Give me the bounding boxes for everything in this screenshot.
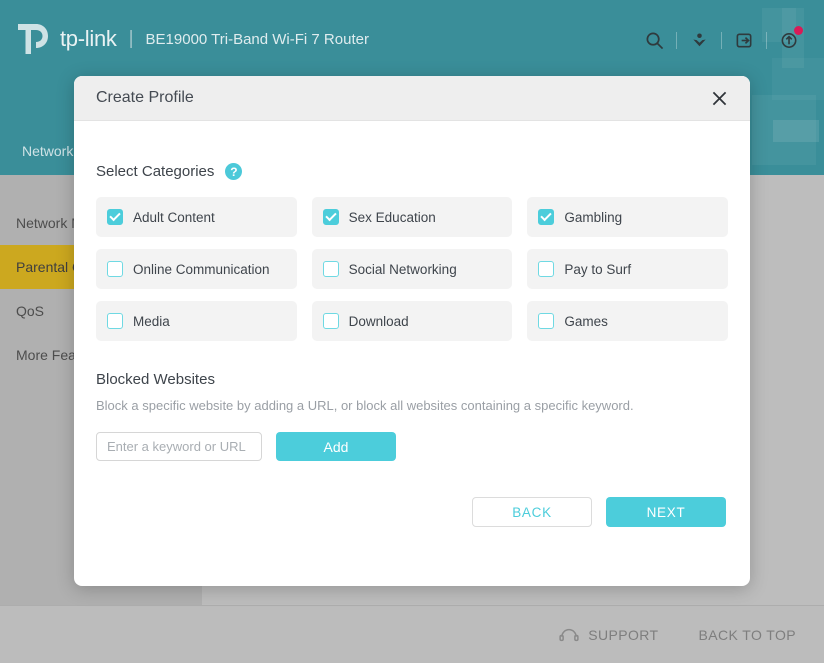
checkbox-icon[interactable]	[323, 209, 339, 225]
category-media[interactable]: Media	[96, 301, 297, 341]
category-games[interactable]: Games	[527, 301, 728, 341]
category-label: Download	[349, 314, 409, 329]
next-button[interactable]: NEXT	[606, 497, 726, 527]
header-divider	[721, 32, 722, 49]
checkbox-icon[interactable]	[107, 209, 123, 225]
download-icon[interactable]	[684, 26, 714, 54]
header-divider	[676, 32, 677, 49]
checkbox-icon[interactable]	[323, 313, 339, 329]
brand-name: tp-link	[60, 26, 117, 52]
logout-icon[interactable]	[729, 26, 759, 54]
modal-title: Create Profile	[96, 89, 706, 107]
category-grid: Adult Content Sex Education Gambling Onl…	[96, 197, 728, 341]
brand-separator: |	[129, 28, 134, 50]
brand-logo-group[interactable]: tp-link | BE19000 Tri-Band Wi-Fi 7 Route…	[16, 22, 369, 56]
checkbox-icon[interactable]	[538, 209, 554, 225]
modal-header: Create Profile	[74, 76, 750, 121]
category-download[interactable]: Download	[312, 301, 513, 341]
support-link[interactable]: SUPPORT	[559, 627, 658, 643]
router-admin-page: tp-link | BE19000 Tri-Band Wi-Fi 7 Route…	[0, 0, 824, 663]
category-label: Games	[564, 314, 608, 329]
back-to-top-link[interactable]: BACK TO TOP	[698, 627, 796, 643]
modal-action-buttons: BACK NEXT	[96, 497, 728, 527]
category-label: Adult Content	[133, 210, 215, 225]
support-label: SUPPORT	[588, 627, 658, 643]
category-label: Online Communication	[133, 262, 270, 277]
close-icon[interactable]	[706, 85, 732, 111]
add-button[interactable]: Add	[276, 432, 396, 461]
checkbox-icon[interactable]	[107, 261, 123, 277]
blocked-website-input[interactable]	[96, 432, 262, 461]
category-label: Social Networking	[349, 262, 457, 277]
blocked-websites-description: Block a specific website by adding a URL…	[96, 398, 728, 413]
category-sex-education[interactable]: Sex Education	[312, 197, 513, 237]
firmware-update-icon[interactable]	[774, 26, 804, 54]
select-categories-title: Select Categories	[96, 163, 214, 180]
modal-body: Select Categories ? Adult Content Sex Ed…	[74, 121, 750, 527]
select-categories-header: Select Categories ?	[96, 163, 728, 180]
blocked-websites-row: Add	[96, 432, 728, 461]
blocked-websites-title: Blocked Websites	[96, 371, 728, 388]
search-icon[interactable]	[639, 26, 669, 54]
notification-badge-dot	[794, 26, 803, 35]
back-button[interactable]: BACK	[472, 497, 592, 527]
category-label: Sex Education	[349, 210, 436, 225]
category-label: Pay to Surf	[564, 262, 631, 277]
header-icon-bar	[639, 26, 804, 54]
category-pay-to-surf[interactable]: Pay to Surf	[527, 249, 728, 289]
category-label: Media	[133, 314, 170, 329]
checkbox-icon[interactable]	[538, 261, 554, 277]
category-social-networking[interactable]: Social Networking	[312, 249, 513, 289]
checkbox-icon[interactable]	[538, 313, 554, 329]
headset-icon	[559, 627, 579, 643]
header-divider	[766, 32, 767, 49]
category-online-communication[interactable]: Online Communication	[96, 249, 297, 289]
category-gambling[interactable]: Gambling	[527, 197, 728, 237]
checkbox-icon[interactable]	[323, 261, 339, 277]
category-label: Gambling	[564, 210, 622, 225]
help-icon[interactable]: ?	[225, 163, 242, 180]
router-model-label: BE19000 Tri-Band Wi-Fi 7 Router	[146, 31, 369, 48]
header-decoration	[772, 58, 824, 100]
tp-link-logo-icon	[16, 22, 54, 56]
checkbox-icon[interactable]	[107, 313, 123, 329]
create-profile-modal: Create Profile Select Categories ? Adult…	[74, 76, 750, 586]
category-adult-content[interactable]: Adult Content	[96, 197, 297, 237]
back-to-top-label: BACK TO TOP	[698, 627, 796, 643]
page-footer: SUPPORT BACK TO TOP	[0, 605, 824, 663]
sidebar-item-label: QoS	[16, 303, 44, 319]
